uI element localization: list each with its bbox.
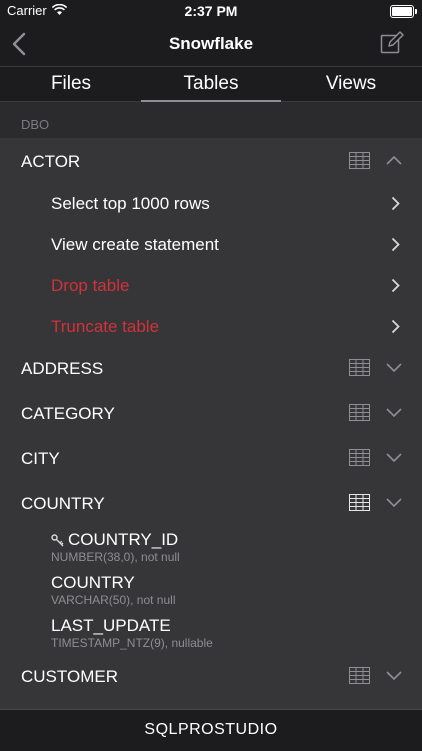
tab-files[interactable]: Files xyxy=(1,67,141,101)
chevron-down-icon[interactable] xyxy=(386,453,402,463)
primary-key-icon xyxy=(51,534,64,547)
column-name: LAST_UPDATE xyxy=(51,616,171,635)
action-view-create[interactable]: View create statement xyxy=(51,235,219,255)
table-row-actor[interactable]: ACTOR xyxy=(21,152,80,172)
table-row-city[interactable]: CITY xyxy=(21,449,60,469)
column-name: COUNTRY_ID xyxy=(68,530,179,549)
column-type: TIMESTAMP_NTZ(9), nullable xyxy=(51,636,213,650)
chevron-down-icon[interactable] xyxy=(386,498,402,508)
tab-tables[interactable]: Tables xyxy=(141,67,281,102)
action-select-top[interactable]: Select top 1000 rows xyxy=(51,194,210,214)
chevron-down-icon[interactable] xyxy=(386,363,402,373)
chevron-right-icon xyxy=(391,278,400,293)
table-grid-icon[interactable] xyxy=(349,667,370,684)
action-drop-table[interactable]: Drop table xyxy=(51,276,129,296)
column-name: COUNTRY xyxy=(51,573,135,592)
chevron-up-icon[interactable] xyxy=(386,155,402,165)
battery-icon xyxy=(390,5,417,18)
clock: 2:37 PM xyxy=(184,3,238,19)
table-row-customer[interactable]: CUSTOMER xyxy=(21,667,118,687)
chevron-right-icon xyxy=(391,237,400,252)
table-grid-icon[interactable] xyxy=(349,404,370,421)
chevron-down-icon[interactable] xyxy=(386,671,402,681)
segmented-tabs: Files Tables Views xyxy=(0,66,422,102)
table-grid-icon[interactable] xyxy=(349,359,370,376)
column-row: COUNTRY_ID xyxy=(51,530,178,550)
table-grid-icon[interactable] xyxy=(349,494,370,511)
compose-icon[interactable] xyxy=(380,31,404,55)
table-grid-icon[interactable] xyxy=(349,449,370,466)
table-list: ACTOR Select top 1000 rows View create s… xyxy=(0,138,422,709)
table-row-category[interactable]: CATEGORY xyxy=(21,404,115,424)
page-title: Snowflake xyxy=(168,34,254,53)
action-truncate-table[interactable]: Truncate table xyxy=(51,317,159,337)
tab-views[interactable]: Views xyxy=(281,67,421,101)
bottom-bar: SQLPROSTUDIO xyxy=(0,709,422,751)
table-row-address[interactable]: ADDRESS xyxy=(21,359,103,379)
chevron-right-icon xyxy=(391,319,400,334)
table-grid-icon[interactable] xyxy=(349,152,370,169)
chevron-down-icon[interactable] xyxy=(386,408,402,418)
chevron-right-icon xyxy=(391,196,400,211)
footer-label: SQLPROSTUDIO xyxy=(144,721,278,738)
status-bar: Carrier 2:37 PM xyxy=(0,0,422,22)
column-type: NUMBER(38,0), not null xyxy=(51,550,180,564)
navigation-bar: Snowflake xyxy=(0,22,422,66)
column-type: VARCHAR(50), not null xyxy=(51,593,176,607)
schema-header: DBO xyxy=(21,117,50,132)
table-row-country[interactable]: COUNTRY xyxy=(21,494,105,514)
